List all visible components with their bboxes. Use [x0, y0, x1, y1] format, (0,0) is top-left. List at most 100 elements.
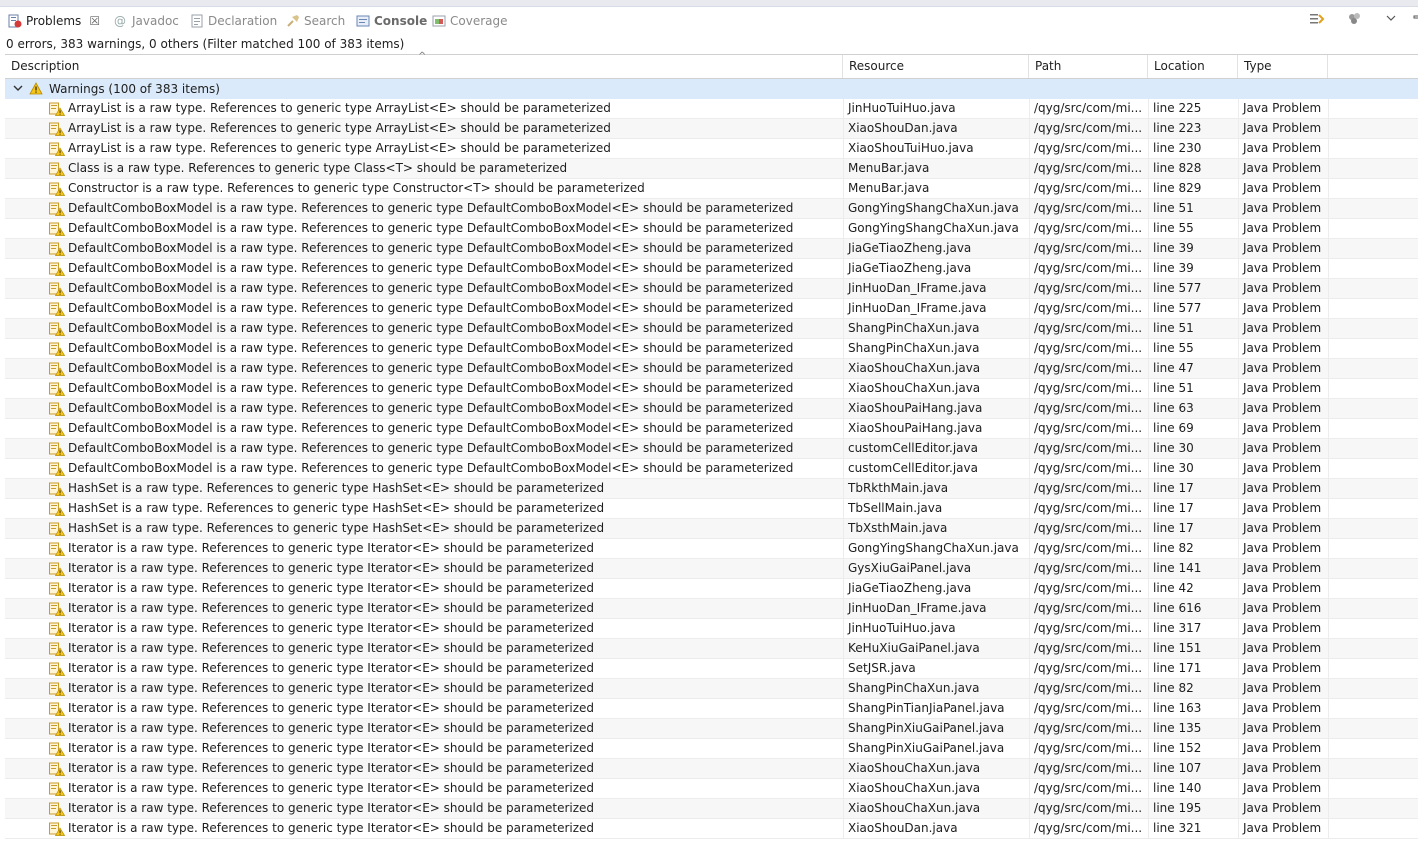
cell-description: ArrayList is a raw type. References to g… [68, 121, 611, 135]
column-divider [1029, 739, 1030, 759]
column-divider [1328, 679, 1329, 699]
table-row[interactable]: Iterator is a raw type. References to ge… [5, 579, 1418, 599]
table-row[interactable]: Iterator is a raw type. References to ge… [5, 599, 1418, 619]
cell-type: Java Problem [1243, 581, 1322, 595]
cell-location: line 171 [1153, 661, 1202, 675]
table-row[interactable]: Iterator is a raw type. References to ge… [5, 639, 1418, 659]
column-divider [1238, 779, 1239, 799]
tab-declaration[interactable]: Declaration [190, 10, 277, 32]
table-row[interactable]: Iterator is a raw type. References to ge… [5, 679, 1418, 699]
table-row[interactable]: DefaultComboBoxModel is a raw type. Refe… [5, 239, 1418, 259]
table-row[interactable]: DefaultComboBoxModel is a raw type. Refe… [5, 359, 1418, 379]
column-header-type[interactable]: Type [1238, 55, 1328, 78]
column-divider [1328, 779, 1329, 799]
table-row[interactable]: DefaultComboBoxModel is a raw type. Refe… [5, 459, 1418, 479]
focus-on-active-task-icon[interactable] [1308, 10, 1326, 28]
table-row[interactable]: DefaultComboBoxModel is a raw type. Refe… [5, 219, 1418, 239]
table-row[interactable]: Iterator is a raw type. References to ge… [5, 619, 1418, 639]
table-row[interactable]: ArrayList is a raw type. References to g… [5, 99, 1418, 119]
cell-type: Java Problem [1243, 261, 1322, 275]
cell-resource: TbRkthMain.java [848, 481, 949, 495]
cell-resource: JinHuoTuiHuo.java [848, 101, 956, 115]
cell-path: /qyg/src/com/mi... [1034, 121, 1143, 135]
column-divider [1238, 819, 1239, 839]
column-header-path[interactable]: Path [1029, 55, 1148, 78]
column-divider [1148, 219, 1149, 239]
tab-search[interactable]: Search [286, 10, 345, 32]
view-menu-icon[interactable] [1382, 10, 1400, 28]
table-row[interactable]: Iterator is a raw type. References to ge… [5, 779, 1418, 799]
column-divider [843, 699, 844, 719]
search-icon [286, 14, 300, 28]
tab-console-label: Console [374, 14, 428, 28]
table-row[interactable]: Iterator is a raw type. References to ge… [5, 819, 1418, 839]
table-row[interactable]: DefaultComboBoxModel is a raw type. Refe… [5, 419, 1418, 439]
cell-path: /qyg/src/com/mi... [1034, 401, 1143, 415]
table-row[interactable]: DefaultComboBoxModel is a raw type. Refe… [5, 319, 1418, 339]
cell-path: /qyg/src/com/mi... [1034, 101, 1143, 115]
cell-description: HashSet is a raw type. References to gen… [68, 501, 605, 515]
table-row[interactable]: Constructor is a raw type. References to… [5, 179, 1418, 199]
column-divider [1148, 599, 1149, 619]
column-divider [1238, 639, 1239, 659]
column-divider [1238, 599, 1239, 619]
table-row[interactable]: HashSet is a raw type. References to gen… [5, 499, 1418, 519]
tab-console[interactable]: Console [356, 10, 427, 32]
column-divider [1148, 379, 1149, 399]
warnings-group-row[interactable]: Warnings (100 of 383 items) [5, 79, 1418, 99]
minimize-icon[interactable] [1410, 10, 1418, 28]
close-icon[interactable]: ☒ [89, 14, 100, 28]
cell-type: Java Problem [1243, 461, 1322, 475]
column-divider [843, 299, 844, 319]
cell-location: line 135 [1153, 721, 1202, 735]
table-row[interactable]: Iterator is a raw type. References to ge… [5, 799, 1418, 819]
table-row[interactable]: DefaultComboBoxModel is a raw type. Refe… [5, 199, 1418, 219]
cell-description: DefaultComboBoxModel is a raw type. Refe… [68, 401, 794, 415]
tab-javadoc[interactable]: @ Javadoc [114, 10, 179, 32]
cell-description: DefaultComboBoxModel is a raw type. Refe… [68, 441, 794, 455]
column-divider [1029, 179, 1030, 199]
column-divider [1238, 739, 1239, 759]
table-row[interactable]: DefaultComboBoxModel is a raw type. Refe… [5, 299, 1418, 319]
column-divider [1029, 359, 1030, 379]
column-header-location[interactable]: Location [1148, 55, 1238, 78]
table-row[interactable]: Iterator is a raw type. References to ge… [5, 559, 1418, 579]
column-divider [1029, 799, 1030, 819]
column-divider [1328, 579, 1329, 599]
table-row[interactable]: HashSet is a raw type. References to gen… [5, 479, 1418, 499]
table-row[interactable]: ArrayList is a raw type. References to g… [5, 139, 1418, 159]
table-row[interactable]: Iterator is a raw type. References to ge… [5, 659, 1418, 679]
tab-coverage[interactable]: Coverage [432, 10, 508, 32]
column-header-resource[interactable]: Resource [843, 55, 1029, 78]
table-row[interactable]: Iterator is a raw type. References to ge… [5, 719, 1418, 739]
table-row[interactable]: Iterator is a raw type. References to ge… [5, 539, 1418, 559]
cell-resource: JinHuoDan_IFrame.java [848, 601, 987, 615]
table-row[interactable]: HashSet is a raw type. References to gen… [5, 519, 1418, 539]
column-divider [1328, 419, 1329, 439]
table-row[interactable]: DefaultComboBoxModel is a raw type. Refe… [5, 279, 1418, 299]
cell-path: /qyg/src/com/mi... [1034, 501, 1143, 515]
column-divider [843, 239, 844, 259]
column-divider [843, 399, 844, 419]
table-row[interactable]: DefaultComboBoxModel is a raw type. Refe… [5, 379, 1418, 399]
table-row[interactable]: Class is a raw type. References to gener… [5, 159, 1418, 179]
column-divider [1238, 619, 1239, 639]
tab-problems[interactable]: Problems ☒ [8, 10, 100, 32]
column-header-description[interactable]: Description [5, 55, 843, 78]
cell-resource: TbSellMain.java [848, 501, 943, 515]
table-row[interactable]: DefaultComboBoxModel is a raw type. Refe… [5, 259, 1418, 279]
table-row[interactable]: DefaultComboBoxModel is a raw type. Refe… [5, 399, 1418, 419]
configure-contents-icon[interactable] [1346, 10, 1364, 28]
chevron-down-icon[interactable] [12, 82, 24, 94]
column-divider [1238, 279, 1239, 299]
table-row[interactable]: Iterator is a raw type. References to ge… [5, 759, 1418, 779]
table-row[interactable]: DefaultComboBoxModel is a raw type. Refe… [5, 339, 1418, 359]
column-divider [1029, 679, 1030, 699]
table-row[interactable]: ArrayList is a raw type. References to g… [5, 119, 1418, 139]
table-row[interactable]: Iterator is a raw type. References to ge… [5, 699, 1418, 719]
table-row[interactable]: Iterator is a raw type. References to ge… [5, 739, 1418, 759]
cell-location: line 577 [1153, 301, 1202, 315]
tab-coverage-label: Coverage [450, 14, 508, 28]
table-row[interactable]: DefaultComboBoxModel is a raw type. Refe… [5, 439, 1418, 459]
column-divider [1328, 739, 1329, 759]
